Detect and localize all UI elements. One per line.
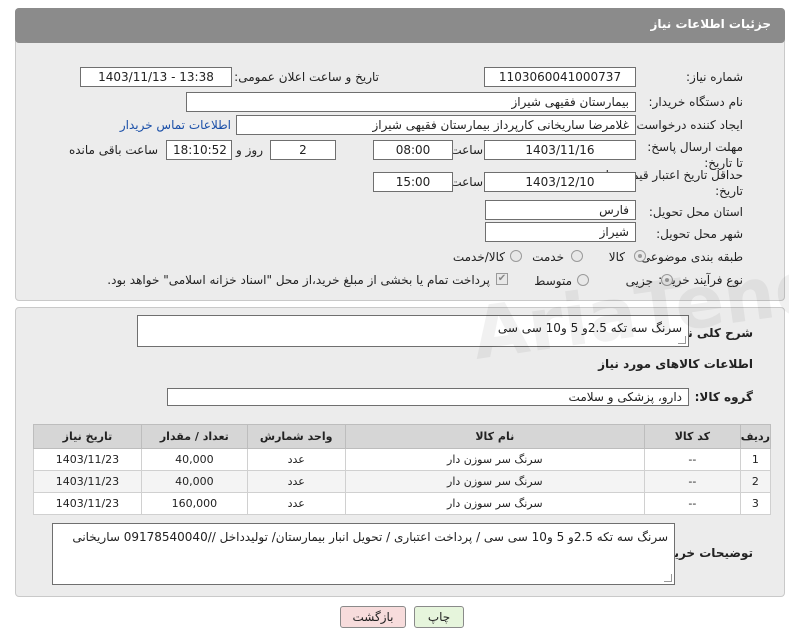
payment-note: پرداخت تمام یا بخشی از مبلغ خرید،از محل … bbox=[107, 273, 490, 287]
city-field: شیراز bbox=[485, 222, 636, 242]
goods-info-title: اطلاعات کالاهای مورد نیاز bbox=[598, 357, 753, 371]
resize-handle[interactable] bbox=[678, 336, 686, 344]
general-desc-text: سرنگ سه تکه 2.5و 5 و10 سی سی bbox=[497, 321, 682, 335]
col-goods-code: کد کالا bbox=[643, 424, 741, 449]
cell-unit: عدد bbox=[246, 492, 346, 515]
col-row-number: ردیف bbox=[739, 424, 772, 449]
cell-unit: عدد bbox=[246, 470, 346, 493]
general-desc-field: سرنگ سه تکه 2.5و 5 و10 سی سی bbox=[137, 315, 689, 347]
cell-goods-code: -- bbox=[643, 470, 741, 493]
process-radio-medium[interactable] bbox=[577, 274, 589, 286]
reply-time-label: ساعت bbox=[450, 143, 483, 157]
table-row: 2 -- سرنگ سر سوزن دار عدد 40,000 1403/11… bbox=[33, 470, 772, 493]
table-row: 3 -- سرنگ سر سوزن دار عدد 160,000 1403/1… bbox=[33, 492, 772, 515]
col-quantity: تعداد / مقدار bbox=[140, 424, 248, 449]
price-time-field: 15:00 bbox=[373, 172, 453, 192]
price-time-label: ساعت bbox=[450, 175, 483, 189]
price-date-field: 1403/12/10 bbox=[484, 172, 636, 192]
table-row: 1 -- سرنگ سر سوزن دار عدد 40,000 1403/11… bbox=[33, 448, 772, 471]
category-radio-goods[interactable] bbox=[634, 250, 646, 262]
category-goods-service-label: کالا/خدمت bbox=[452, 250, 505, 264]
reply-time-field: 08:00 bbox=[373, 140, 453, 160]
col-goods-name: نام کالا bbox=[344, 424, 645, 449]
cell-row-number: 2 bbox=[739, 470, 772, 493]
process-minor-label: جزیی bbox=[625, 274, 653, 288]
requester-label: ایجاد کننده درخواست: bbox=[632, 118, 743, 132]
city-label: شهر محل تحویل: bbox=[656, 227, 743, 241]
announce-label: تاریخ و ساعت اعلان عمومی: bbox=[234, 70, 379, 84]
category-radio-service[interactable] bbox=[571, 250, 583, 262]
remaining-label: ساعت باقی مانده bbox=[68, 143, 158, 157]
cell-need-date: 1403/11/23 bbox=[33, 492, 142, 515]
category-service-label: خدمت bbox=[532, 250, 564, 264]
buyer-notes-field: سرنگ سه تکه 2.5و 5 و10 سی سی / پرداخت اع… bbox=[52, 523, 675, 585]
goods-group-field: دارو، پزشکی و سلامت bbox=[167, 388, 689, 406]
process-medium-label: متوسط bbox=[534, 274, 572, 288]
cell-goods-name: سرنگ سر سوزن دار bbox=[344, 448, 645, 471]
buyer-org-label: نام دستگاه خریدار: bbox=[648, 95, 744, 109]
cell-unit: عدد bbox=[246, 448, 346, 471]
header-bar: جزئیات اطلاعات نیاز bbox=[15, 8, 785, 43]
days-field: 2 bbox=[270, 140, 336, 160]
province-field: فارس bbox=[485, 200, 636, 220]
process-radio-minor[interactable] bbox=[661, 274, 673, 286]
cell-quantity: 160,000 bbox=[140, 492, 248, 515]
buyer-org-field: بیمارستان فقیهی شیراز bbox=[186, 92, 636, 112]
category-goods-label: کالا bbox=[608, 250, 625, 264]
need-number-field: 1103060041000737 bbox=[484, 67, 636, 87]
col-need-date: تاریخ نیاز bbox=[33, 424, 142, 449]
cell-goods-name: سرنگ سر سوزن دار bbox=[344, 470, 645, 493]
cell-goods-code: -- bbox=[643, 492, 741, 515]
goods-table: ردیف کد کالا نام کالا واحد شمارش تعداد /… bbox=[33, 424, 772, 515]
cell-quantity: 40,000 bbox=[140, 448, 248, 471]
resize-handle[interactable] bbox=[664, 574, 672, 582]
remaining-time-field: 18:10:52 bbox=[166, 140, 232, 160]
cell-row-number: 3 bbox=[739, 492, 772, 515]
need-number-label: شماره نیاز: bbox=[686, 70, 743, 84]
cell-need-date: 1403/11/23 bbox=[33, 448, 142, 471]
days-label: روز و bbox=[236, 143, 263, 157]
table-header-row: ردیف کد کالا نام کالا واحد شمارش تعداد /… bbox=[33, 424, 772, 449]
print-button[interactable]: چاپ bbox=[414, 606, 464, 628]
category-label: طبقه بندی موضوعی: bbox=[636, 250, 743, 264]
buyer-notes-text: سرنگ سه تکه 2.5و 5 و10 سی سی / پرداخت اع… bbox=[72, 530, 668, 544]
province-label: استان محل تحویل: bbox=[648, 205, 743, 219]
buyer-contact-link[interactable]: اطلاعات تماس خریدار bbox=[120, 118, 231, 132]
back-button[interactable]: بازگشت bbox=[340, 606, 406, 628]
requester-field: غلامرضا ساریخانی کارپرداز بیمارستان فقیه… bbox=[236, 115, 636, 135]
cell-goods-name: سرنگ سر سوزن دار bbox=[344, 492, 645, 515]
reply-date-field: 1403/11/16 bbox=[484, 140, 636, 160]
col-unit: واحد شمارش bbox=[246, 424, 346, 449]
announce-field: 1403/11/13 - 13:38 bbox=[80, 67, 232, 87]
cell-need-date: 1403/11/23 bbox=[33, 470, 142, 493]
cell-quantity: 40,000 bbox=[140, 470, 248, 493]
treasury-payment-checkbox[interactable]: ✔ bbox=[496, 273, 508, 285]
page-title: جزئیات اطلاعات نیاز bbox=[650, 17, 771, 31]
cell-goods-code: -- bbox=[643, 448, 741, 471]
category-radio-goods-service[interactable] bbox=[510, 250, 522, 262]
goods-group-label: گروه کالا: bbox=[694, 390, 753, 404]
cell-row-number: 1 bbox=[739, 448, 772, 471]
